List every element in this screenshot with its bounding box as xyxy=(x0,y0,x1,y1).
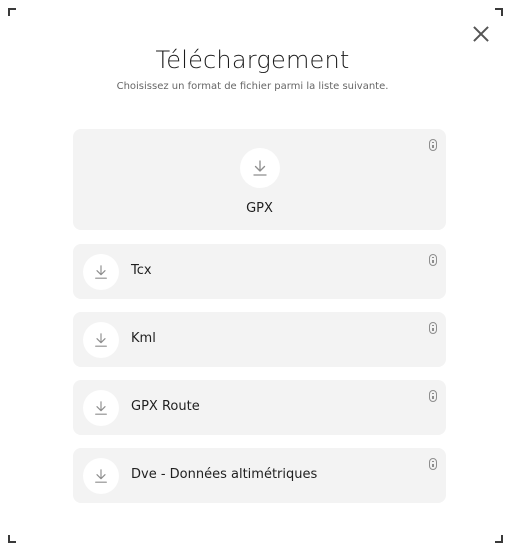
download-icon xyxy=(83,458,119,494)
corner-decoration xyxy=(8,535,16,543)
info-icon[interactable] xyxy=(429,139,437,151)
format-option-dve[interactable]: Dve - Données altimétriques xyxy=(73,448,446,503)
info-icon[interactable] xyxy=(429,390,437,402)
format-label: Kml xyxy=(131,331,156,346)
format-label: GPX xyxy=(246,201,273,216)
download-icon xyxy=(240,148,280,188)
format-label: Tcx xyxy=(131,263,152,278)
info-icon[interactable] xyxy=(429,322,437,334)
corner-decoration xyxy=(495,535,503,543)
format-label: Dve - Données altimétriques xyxy=(131,467,318,482)
corner-decoration xyxy=(495,8,503,16)
format-label: GPX Route xyxy=(131,399,200,414)
download-icon xyxy=(83,322,119,358)
download-icon xyxy=(83,390,119,426)
format-option-gpx-route[interactable]: GPX Route xyxy=(73,380,446,435)
close-icon[interactable] xyxy=(471,24,491,44)
info-icon[interactable] xyxy=(429,254,437,266)
download-icon xyxy=(83,254,119,290)
dialog-title: Téléchargement xyxy=(155,46,350,74)
format-option-tcx[interactable]: Tcx xyxy=(73,244,446,299)
format-option-gpx[interactable]: GPX xyxy=(73,129,446,230)
dialog-subtitle: Choisissez un format de fichier parmi la… xyxy=(116,81,389,92)
corner-decoration xyxy=(8,8,16,16)
info-icon[interactable] xyxy=(429,458,437,470)
format-option-kml[interactable]: Kml xyxy=(73,312,446,367)
